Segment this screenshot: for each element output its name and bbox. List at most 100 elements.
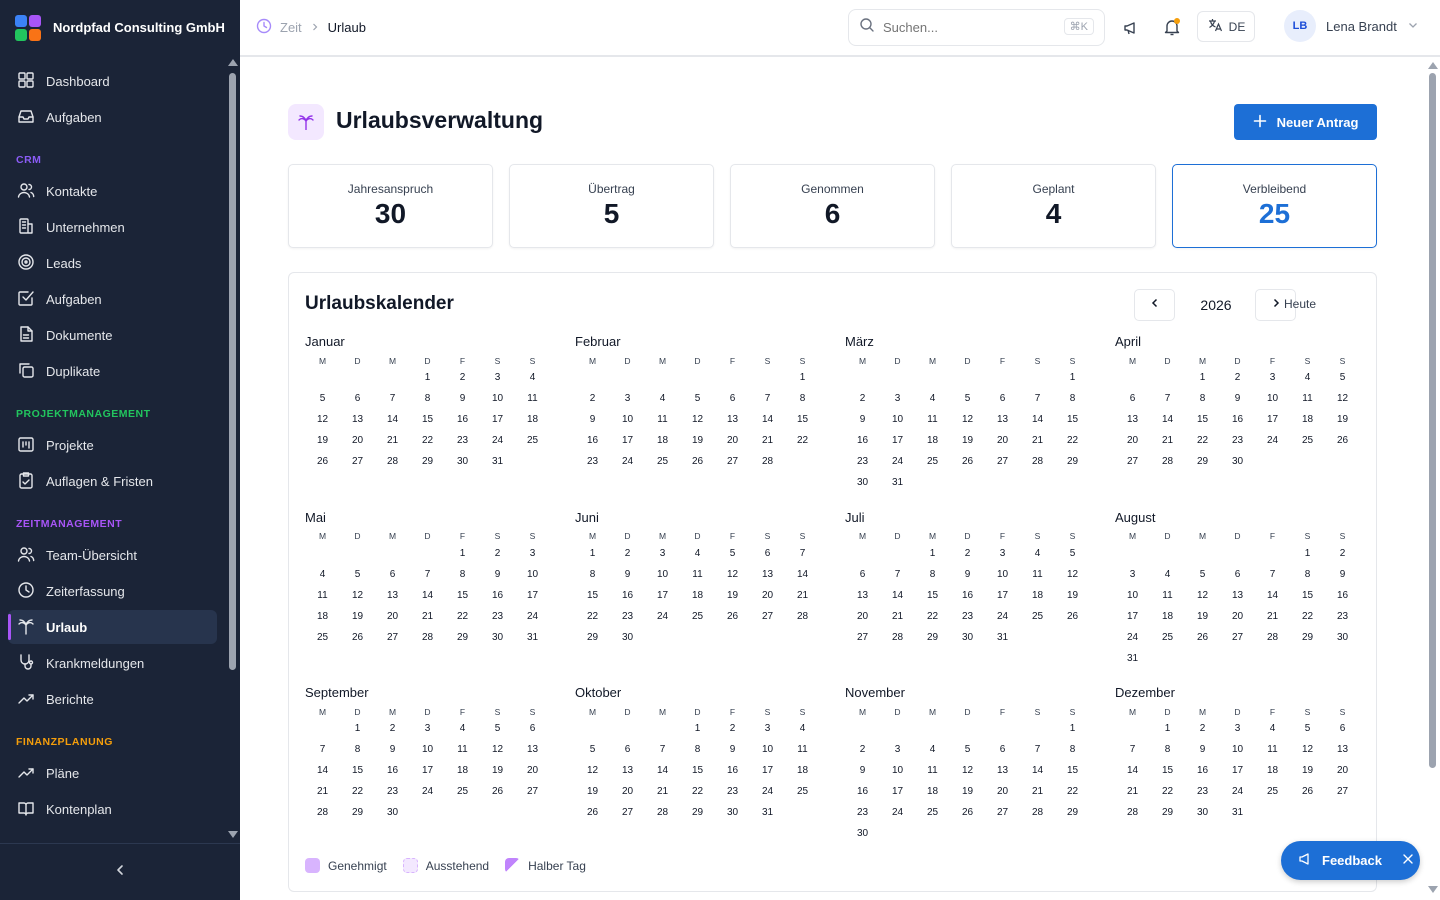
calendar-day[interactable]: 6 [1220, 564, 1255, 585]
calendar-day[interactable]: 19 [575, 781, 610, 802]
calendar-day[interactable]: 22 [410, 430, 445, 451]
calendar-day[interactable]: 6 [985, 739, 1020, 760]
calendar-day[interactable]: 5 [575, 739, 610, 760]
calendar-day[interactable]: 14 [750, 409, 785, 430]
calendar-day[interactable]: 14 [375, 409, 410, 430]
calendar-day[interactable]: 17 [985, 585, 1020, 606]
calendar-day[interactable]: 14 [1255, 585, 1290, 606]
calendar-day[interactable]: 16 [575, 430, 610, 451]
calendar-day[interactable]: 16 [1325, 585, 1360, 606]
calendar-day[interactable]: 21 [410, 606, 445, 627]
calendar-day[interactable]: 28 [645, 802, 680, 823]
calendar-day[interactable]: 21 [1020, 430, 1055, 451]
calendar-day[interactable]: 21 [1150, 430, 1185, 451]
calendar-day[interactable]: 3 [515, 543, 550, 564]
calendar-day[interactable]: 26 [575, 802, 610, 823]
calendar-day[interactable]: 6 [375, 564, 410, 585]
calendar-day[interactable]: 16 [445, 409, 480, 430]
calendar-day[interactable]: 10 [750, 739, 785, 760]
calendar-day[interactable]: 25 [645, 451, 680, 472]
calendar-day[interactable]: 5 [950, 388, 985, 409]
calendar-day[interactable]: 24 [480, 430, 515, 451]
calendar-day[interactable]: 13 [610, 760, 645, 781]
sidebar-item-unternehmen[interactable]: Unternehmen [8, 210, 217, 244]
calendar-day[interactable]: 6 [1325, 718, 1360, 739]
calendar-day[interactable]: 27 [750, 606, 785, 627]
calendar-day[interactable]: 7 [750, 388, 785, 409]
calendar-day[interactable]: 28 [1020, 451, 1055, 472]
calendar-day[interactable]: 11 [645, 409, 680, 430]
sidebar-item-auflagen[interactable]: Auflagen & Fristen [8, 464, 217, 498]
calendar-day[interactable]: 27 [515, 781, 550, 802]
calendar-day[interactable]: 25 [680, 606, 715, 627]
sidebar-item-dokumente[interactable]: Dokumente [8, 318, 217, 352]
calendar-day[interactable]: 13 [515, 739, 550, 760]
calendar-day[interactable]: 10 [515, 564, 550, 585]
calendar-day[interactable]: 12 [340, 585, 375, 606]
calendar-day[interactable]: 12 [1185, 585, 1220, 606]
calendar-day[interactable]: 28 [1115, 802, 1150, 823]
calendar-day[interactable]: 9 [950, 564, 985, 585]
calendar-day[interactable]: 24 [515, 606, 550, 627]
calendar-day[interactable]: 5 [1185, 564, 1220, 585]
calendar-day[interactable]: 6 [1115, 388, 1150, 409]
calendar-day[interactable]: 15 [1150, 760, 1185, 781]
calendar-day[interactable]: 19 [680, 430, 715, 451]
calendar-day[interactable]: 24 [985, 606, 1020, 627]
calendar-day[interactable]: 16 [1185, 760, 1220, 781]
calendar-day[interactable]: 1 [410, 367, 445, 388]
calendar-day[interactable]: 5 [1325, 367, 1360, 388]
calendar-day[interactable]: 15 [1185, 409, 1220, 430]
calendar-day[interactable]: 1 [680, 718, 715, 739]
calendar-day[interactable]: 26 [480, 781, 515, 802]
calendar-day[interactable]: 4 [305, 564, 340, 585]
calendar-day[interactable]: 15 [680, 760, 715, 781]
calendar-day[interactable]: 7 [375, 388, 410, 409]
calendar-day[interactable]: 25 [445, 781, 480, 802]
calendar-day[interactable]: 29 [575, 627, 610, 648]
calendar-day[interactable]: 10 [610, 409, 645, 430]
calendar-day[interactable]: 17 [480, 409, 515, 430]
calendar-day[interactable]: 23 [375, 781, 410, 802]
calendar-day[interactable]: 11 [915, 409, 950, 430]
calendar-day[interactable]: 22 [575, 606, 610, 627]
calendar-day[interactable]: 25 [915, 802, 950, 823]
calendar-day[interactable]: 9 [845, 760, 880, 781]
sidebar-item-leads[interactable]: Leads [8, 246, 217, 280]
calendar-day[interactable]: 23 [610, 606, 645, 627]
calendar-day[interactable]: 25 [305, 627, 340, 648]
calendar-day[interactable]: 7 [1020, 739, 1055, 760]
calendar-day[interactable]: 18 [915, 430, 950, 451]
calendar-day[interactable]: 18 [915, 781, 950, 802]
calendar-day[interactable]: 3 [410, 718, 445, 739]
calendar-day[interactable]: 18 [680, 585, 715, 606]
calendar-day[interactable]: 6 [750, 543, 785, 564]
calendar-day[interactable]: 8 [1290, 564, 1325, 585]
calendar-day[interactable]: 12 [715, 564, 750, 585]
calendar-day[interactable]: 23 [575, 451, 610, 472]
calendar-day[interactable]: 24 [645, 606, 680, 627]
calendar-day[interactable]: 17 [1255, 409, 1290, 430]
calendar-day[interactable]: 5 [950, 739, 985, 760]
sidebar-item-projekte[interactable]: Projekte [8, 428, 217, 462]
calendar-day[interactable]: 20 [1115, 430, 1150, 451]
calendar-day[interactable]: 9 [375, 739, 410, 760]
sidebar-item-urlaub[interactable]: Urlaub [8, 610, 217, 644]
calendar-day[interactable]: 20 [1325, 760, 1360, 781]
calendar-day[interactable]: 25 [1290, 430, 1325, 451]
calendar-day[interactable]: 10 [410, 739, 445, 760]
close-icon[interactable] [1402, 853, 1414, 868]
calendar-day[interactable]: 15 [915, 585, 950, 606]
calendar-day[interactable]: 13 [715, 409, 750, 430]
calendar-day[interactable]: 1 [575, 543, 610, 564]
calendar-day[interactable]: 30 [445, 451, 480, 472]
calendar-day[interactable]: 14 [410, 585, 445, 606]
calendar-day[interactable]: 6 [515, 718, 550, 739]
calendar-day[interactable]: 4 [785, 718, 820, 739]
calendar-day[interactable]: 18 [785, 760, 820, 781]
calendar-day[interactable]: 15 [445, 585, 480, 606]
calendar-day[interactable]: 26 [1185, 627, 1220, 648]
calendar-day[interactable]: 28 [1150, 451, 1185, 472]
calendar-day[interactable]: 8 [1055, 739, 1090, 760]
calendar-day[interactable]: 16 [480, 585, 515, 606]
